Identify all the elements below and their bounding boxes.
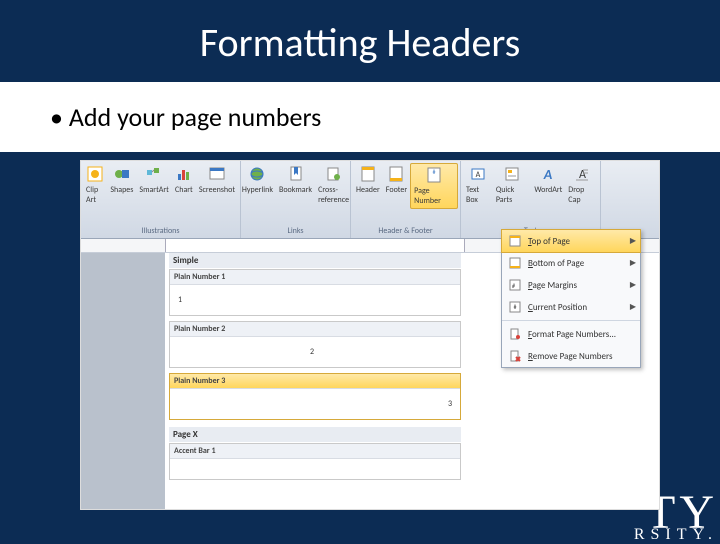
gallery-section-title: Simple bbox=[169, 253, 461, 268]
bookmark-label: Bookmark bbox=[279, 185, 312, 195]
bullet-text: Add your page numbers bbox=[0, 101, 321, 133]
textbox-icon: A bbox=[469, 165, 487, 183]
header-label: Header bbox=[356, 185, 380, 195]
svg-text:A: A bbox=[543, 166, 553, 182]
bullet-row: Add your page numbers bbox=[0, 82, 720, 152]
screenshot-button[interactable]: Screenshot bbox=[196, 163, 238, 207]
current-position-item[interactable]: # Current Position ▶ bbox=[502, 296, 640, 318]
links-group-label: Links bbox=[287, 226, 303, 238]
hyperlink-icon bbox=[248, 165, 266, 183]
gallery-section-pagex: Page X bbox=[169, 427, 461, 442]
dropdown-separator bbox=[502, 320, 640, 321]
gallery-item-plain3[interactable]: Plain Number 3 3 bbox=[169, 373, 461, 420]
headerfooter-group-label: Header & Footer bbox=[378, 226, 432, 238]
submenu-arrow-icon: ▶ bbox=[630, 258, 636, 268]
header-button[interactable]: Header bbox=[353, 163, 383, 209]
clipart-label: Clip Art bbox=[86, 185, 104, 205]
quickparts-icon bbox=[503, 165, 521, 183]
remove-icon bbox=[508, 349, 522, 363]
screenshot-icon bbox=[208, 165, 226, 183]
remove-page-numbers-label: Remove Page Numbers bbox=[528, 351, 612, 362]
gallery-item-label: Accent Bar 1 bbox=[170, 444, 460, 459]
smartart-button[interactable]: SmartArt bbox=[136, 163, 171, 207]
chart-icon bbox=[175, 165, 193, 183]
shapes-label: Shapes bbox=[110, 185, 133, 195]
gallery-item-plain2[interactable]: Plain Number 2 2 bbox=[169, 321, 461, 368]
dropcap-icon: A bbox=[573, 165, 591, 183]
hyperlink-button[interactable]: Hyperlink bbox=[239, 163, 276, 207]
top-of-page-item[interactable]: Top of Page ▶ bbox=[501, 229, 641, 253]
pagenumber-icon: # bbox=[425, 166, 443, 184]
gallery-item-label: Plain Number 3 bbox=[170, 374, 460, 389]
crossref-icon bbox=[325, 165, 343, 183]
smartart-icon bbox=[145, 165, 163, 183]
svg-text:A: A bbox=[476, 170, 481, 180]
crossref-button[interactable]: Cross-reference bbox=[315, 163, 352, 207]
wordart-icon: A bbox=[539, 165, 557, 183]
textbox-label: Text Box bbox=[466, 185, 490, 205]
shapes-icon bbox=[113, 165, 131, 183]
footer-label: Footer bbox=[386, 185, 407, 195]
submenu-arrow-icon: ▶ bbox=[630, 302, 636, 312]
dropcap-label: Drop Cap bbox=[568, 185, 595, 205]
bookmark-button[interactable]: Bookmark bbox=[276, 163, 315, 207]
bottom-of-page-icon bbox=[508, 256, 522, 270]
svg-text:#: # bbox=[514, 303, 517, 311]
page-margins-icon: # bbox=[508, 278, 522, 292]
bottom-of-page-item[interactable]: Bottom of Page ▶ bbox=[502, 252, 640, 274]
ribbon: Clip Art Shapes SmartArt Chart Screensho… bbox=[81, 161, 659, 239]
bottom-of-page-label: Bottom of Page bbox=[528, 258, 584, 269]
top-of-page-label: Top of Page bbox=[528, 236, 570, 247]
format-icon bbox=[508, 327, 522, 341]
format-page-numbers-label: Format Page Numbers... bbox=[528, 329, 616, 340]
illustrations-group-label: Illustrations bbox=[142, 226, 180, 238]
gallery-item-plain1[interactable]: Plain Number 1 1 bbox=[169, 269, 461, 316]
shapes-button[interactable]: Shapes bbox=[107, 163, 136, 207]
bookmark-icon bbox=[287, 165, 305, 183]
current-position-label: Current Position bbox=[528, 302, 587, 313]
remove-page-numbers-item[interactable]: Remove Page Numbers bbox=[502, 345, 640, 367]
quickparts-label: Quick Parts bbox=[496, 185, 528, 205]
top-of-page-icon bbox=[508, 234, 522, 248]
format-page-numbers-item[interactable]: Format Page Numbers... bbox=[502, 323, 640, 345]
gallery-item-label: Plain Number 1 bbox=[170, 270, 460, 285]
hyperlink-label: Hyperlink bbox=[242, 185, 273, 195]
smartart-label: SmartArt bbox=[139, 185, 168, 195]
footer-button[interactable]: Footer bbox=[383, 163, 410, 209]
watermark-small: RSITY. bbox=[634, 526, 718, 544]
submenu-arrow-icon: ▶ bbox=[630, 280, 636, 290]
pagenumber-label: Page Number bbox=[414, 186, 454, 206]
slide-title: Formatting Headers bbox=[0, 0, 720, 75]
page-margins-label: Page Margins bbox=[528, 280, 577, 291]
svg-text:#: # bbox=[433, 168, 436, 176]
header-icon bbox=[359, 165, 377, 183]
quickparts-button[interactable]: Quick Parts bbox=[493, 163, 531, 207]
word-screenshot: Clip Art Shapes SmartArt Chart Screensho… bbox=[80, 160, 660, 510]
page-margins-item[interactable]: # Page Margins ▶ bbox=[502, 274, 640, 296]
wordart-label: WordArt bbox=[534, 185, 562, 195]
pagenumber-dropdown: Top of Page ▶ Bottom of Page ▶ # Page Ma… bbox=[501, 229, 641, 368]
crossref-label: Cross-reference bbox=[318, 185, 349, 205]
screenshot-label: Screenshot bbox=[199, 185, 235, 195]
chart-button[interactable]: Chart bbox=[172, 163, 196, 207]
clipart-button[interactable]: Clip Art bbox=[83, 163, 107, 207]
wordart-button[interactable]: A WordArt bbox=[531, 163, 565, 207]
chart-label: Chart bbox=[175, 185, 193, 195]
textbox-button[interactable]: A Text Box bbox=[463, 163, 493, 207]
footer-icon bbox=[387, 165, 405, 183]
pagenumber-button[interactable]: # Page Number bbox=[410, 163, 458, 209]
current-position-icon: # bbox=[508, 300, 522, 314]
gallery-item-label: Plain Number 2 bbox=[170, 322, 460, 337]
clipart-icon bbox=[86, 165, 104, 183]
gallery-item-accent1[interactable]: Accent Bar 1 bbox=[169, 443, 461, 480]
dropcap-button[interactable]: A Drop Cap bbox=[565, 163, 598, 207]
svg-text:#: # bbox=[512, 282, 515, 290]
submenu-arrow-icon: ▶ bbox=[630, 236, 636, 246]
